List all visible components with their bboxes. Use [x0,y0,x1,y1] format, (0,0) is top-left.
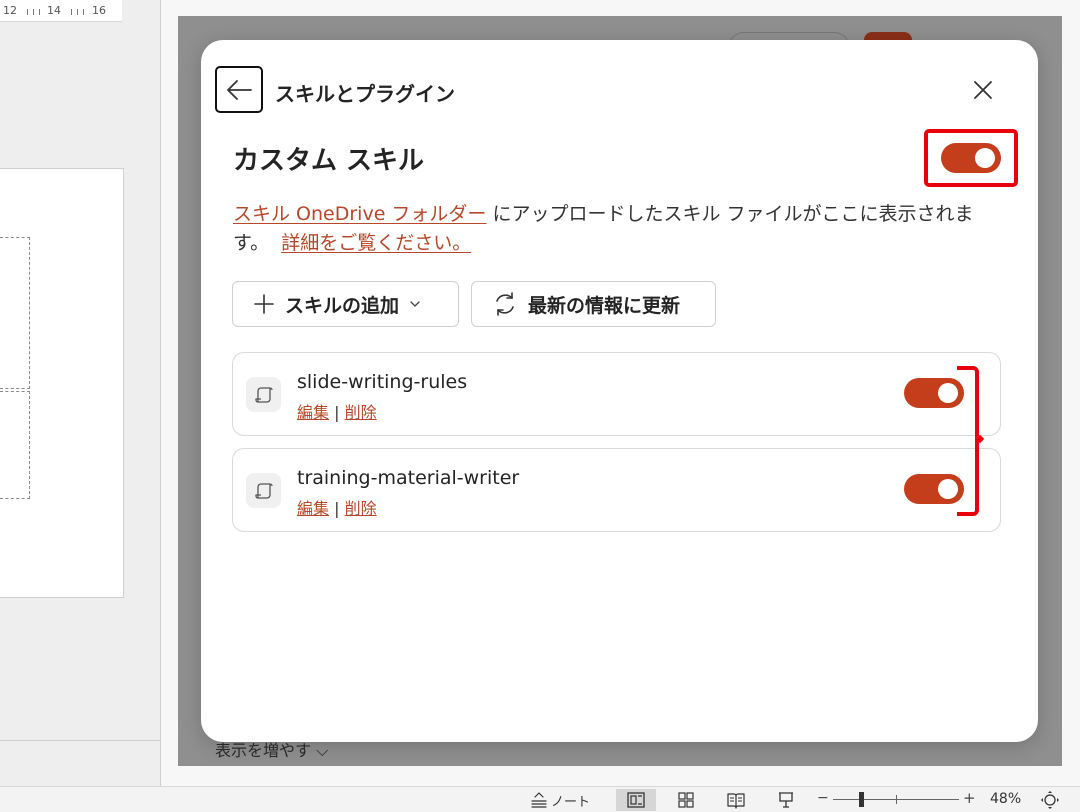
content-placeholder[interactable] [0,391,30,499]
zoom-in-button[interactable]: + [963,789,976,807]
plus-icon [254,294,274,314]
fit-to-window-icon [1041,791,1059,809]
section-title: カスタム スキル [233,146,425,176]
notes-label: ノート [551,794,591,810]
refresh-button[interactable]: 最新の情報に更新 [471,281,716,327]
normal-view-icon [627,792,645,808]
add-skill-button[interactable]: スキルの追加 [232,281,459,327]
zoom-slider-center-tick [896,795,897,804]
fit-to-window-button[interactable] [1040,790,1060,810]
ruler-label: 14 [47,4,61,17]
ruler: 12 14 16 [0,0,122,22]
zoom-out-button[interactable]: − [817,790,829,806]
annotation-bracket [957,366,979,516]
skill-actions: 編集 | 削除 [297,399,377,423]
zoom-percent[interactable]: 48% [990,791,1021,807]
close-icon [974,81,992,99]
skill-card: slide-writing-rules 編集 | 削除 [232,352,1001,436]
chevron-down-icon [410,301,420,307]
delete-link[interactable]: 削除 [345,403,377,422]
learn-more-link[interactable]: 詳細をご覧ください。 [281,232,471,254]
edit-link[interactable]: 編集 [297,499,329,518]
zoom-slider-thumb[interactable] [859,792,864,807]
ruler-tick [39,9,40,15]
ruler-tick [33,9,34,15]
skill-actions: 編集 | 削除 [297,495,377,519]
refresh-icon [496,292,514,316]
edit-link[interactable]: 編集 [297,403,329,422]
presentation-icon [779,792,793,808]
toggle-knob [938,479,958,499]
close-button[interactable] [967,74,999,106]
ruler-label: 16 [92,4,106,17]
description: スキル OneDrive フォルダー にアップロードしたスキル ファイルがここに… [233,200,1009,258]
notes-icon [531,792,547,808]
ruler-label: 12 [3,4,17,17]
delete-link[interactable]: 削除 [345,499,377,518]
onedrive-folder-link[interactable]: スキル OneDrive フォルダー [233,203,486,225]
book-icon [727,793,745,809]
grid-icon [678,792,694,808]
normal-view-button[interactable] [616,789,656,811]
ruler-tick [83,9,84,15]
toggle-knob [938,383,958,403]
skill-name: training-material-writer [297,467,520,489]
slide-editor-area: 12 14 16 [0,0,160,786]
skill-card: training-material-writer 編集 | 削除 [232,448,1001,532]
skill-name: slide-writing-rules [297,371,468,393]
refresh-label: 最新の情報に更新 [528,294,681,317]
scroll-icon [246,377,281,412]
add-skill-label: スキルの追加 [285,294,400,317]
notes-button[interactable]: ノート [530,790,590,810]
separator: | [334,403,340,422]
dialog-title: スキルとプラグイン [275,82,455,106]
skill-toggle[interactable] [904,378,964,408]
slide-canvas[interactable] [0,168,124,598]
ruler-tick [77,9,78,15]
title-placeholder[interactable] [0,237,30,389]
scroll-icon [246,473,281,508]
ruler-tick [71,9,72,15]
separator: | [334,499,340,518]
annotation-highlight [924,129,1018,187]
skill-toggle[interactable] [904,474,964,504]
slide-sorter-button[interactable] [666,789,706,811]
arrow-left-icon [227,79,252,100]
ruler-tick [27,9,28,15]
back-button[interactable] [215,66,263,113]
skills-plugins-dialog: スキルとプラグイン カスタム スキル スキル OneDrive フォルダー にア… [201,40,1038,742]
divider [0,740,160,741]
slideshow-button[interactable] [766,789,806,811]
reading-view-button[interactable] [716,789,756,811]
status-bar: ノート − + 48% [0,786,1080,812]
